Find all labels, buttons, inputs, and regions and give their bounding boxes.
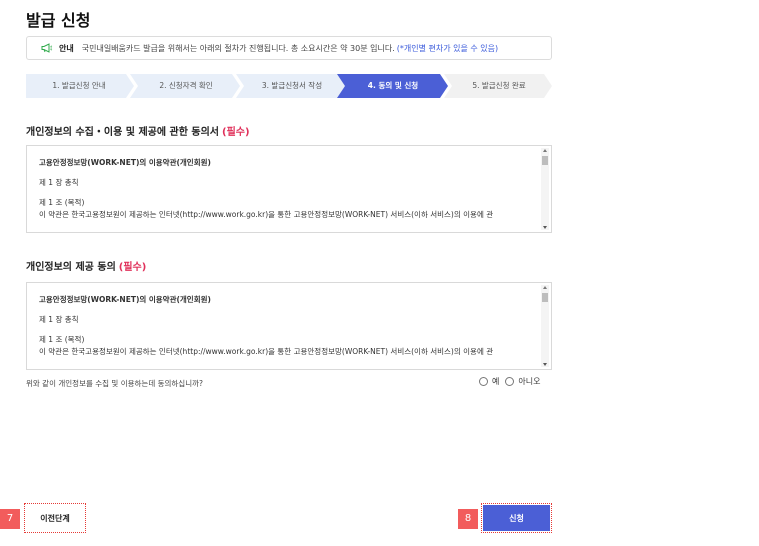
scroll-down-icon[interactable] (543, 363, 547, 366)
section-1-required: (필수) (222, 127, 250, 138)
step-4-label: 4. 동의 및 신청 (367, 81, 419, 90)
terms-title: 고용안정정보망(WORK-NET)의 이용약관(개인회원) (39, 295, 211, 304)
step-5-label: 5. 발급신청 완료 (472, 81, 526, 90)
scroll-thumb[interactable] (542, 293, 548, 302)
terms-line: 제 1 조 (목적) (39, 198, 85, 207)
step-3-label: 3. 발급신청서 작성 (261, 81, 323, 90)
step-badge-submit: 8 (458, 509, 478, 529)
notice-text: 국민내일배움카드 발급을 위해서는 아래의 절차가 진행됩니다. 총 소요시간은… (81, 43, 395, 53)
page-title: 발급 신청 (26, 11, 91, 30)
terms-box-1[interactable]: 고용안정정보망(WORK-NET)의 이용약관(개인회원) 제 1 장 총칙 제… (26, 145, 552, 233)
terms-line: 제 1 조 (목적) (39, 335, 85, 344)
section-provision-consent-title: 개인정보의 제공 동의 (필수) (26, 258, 146, 273)
terms-title: 고용안정정보망(WORK-NET)의 이용약관(개인회원) (39, 158, 211, 167)
step-badge-prev: 7 (0, 509, 20, 529)
radio-yes-circle[interactable] (479, 377, 488, 386)
consent-radio-group: 예 아니오 (479, 376, 546, 387)
scroll-up-icon[interactable] (543, 286, 547, 289)
scroll-thumb[interactable] (542, 156, 548, 165)
terms-box-2[interactable]: 고용안정정보망(WORK-NET)의 이용약관(개인회원) 제 1 장 총칙 제… (26, 282, 552, 370)
notice-highlight: (*개인별 편차가 있을 수 있음) (396, 43, 499, 53)
prev-step-button[interactable]: 이전단계 (24, 503, 86, 533)
radio-no-circle[interactable] (505, 377, 515, 386)
section-2-required: (필수) (118, 262, 147, 273)
terms-content-2: 고용안정정보망(WORK-NET)의 이용약관(개인회원) 제 1 장 총칙 제… (39, 295, 533, 357)
notice-box: 안내 국민내일배움카드 발급을 위해서는 아래의 절차가 진행됩니다. 총 소요… (26, 36, 552, 60)
step-2-label: 2. 신청자격 확인 (159, 81, 213, 90)
terms-scrollbar-1[interactable] (541, 148, 549, 230)
terms-line: 이 약관은 한국고용정보원이 제공하는 인터넷(http://www.work.… (39, 210, 494, 219)
consent-question: 위와 같이 개인정보를 수집 및 이용하는데 동의하십니까? (26, 379, 203, 388)
radio-yes-label: 예 (492, 377, 500, 386)
notice-label: 안내 (59, 43, 74, 53)
terms-line: 제 1 장 총칙 (39, 315, 79, 324)
submit-button[interactable]: 신청 (481, 503, 552, 533)
scroll-up-icon[interactable] (543, 149, 547, 152)
radio-no[interactable]: 아니오 (505, 376, 540, 387)
submit-button-label: 신청 (483, 505, 550, 531)
radio-yes[interactable]: 예 (479, 376, 499, 387)
terms-content-1: 고용안정정보망(WORK-NET)의 이용약관(개인회원) 제 1 장 총칙 제… (39, 158, 533, 220)
terms-scrollbar-2[interactable] (541, 285, 549, 367)
section-1-title-text: 개인정보의 수집・이용 및 제공에 관한 동의서 (26, 127, 220, 138)
terms-line: 제 1 장 총칙 (39, 178, 79, 187)
terms-line: 이 약관은 한국고용정보원이 제공하는 인터넷(http://www.work.… (39, 347, 494, 356)
scroll-down-icon[interactable] (543, 226, 547, 229)
megaphone-icon (41, 43, 53, 53)
progress-steps: 1. 발급신청 안내 2. 신청자격 확인 3. 발급신청서 작성 4. 동의 … (26, 74, 552, 98)
section-collection-consent-title: 개인정보의 수집・이용 및 제공에 관한 동의서 (필수) (26, 123, 250, 138)
radio-no-label: 아니오 (518, 377, 541, 386)
section-2-title-text: 개인정보의 제공 동의 (26, 262, 116, 273)
step-1-label: 1. 발급신청 안내 (52, 81, 106, 90)
